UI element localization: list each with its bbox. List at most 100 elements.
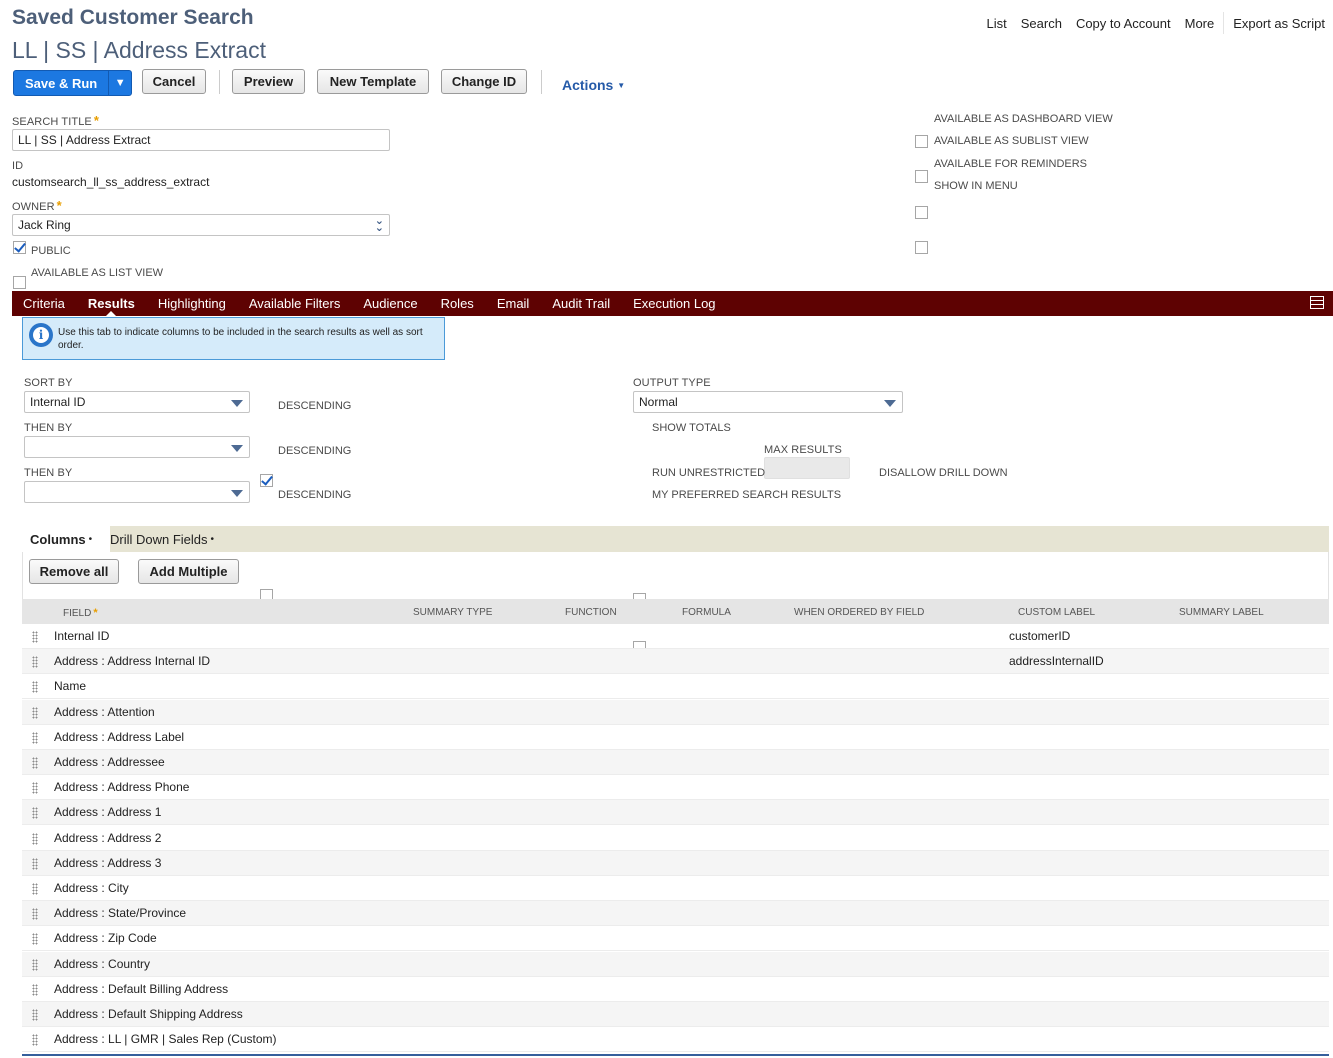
cancel-button[interactable]: Cancel	[142, 69, 206, 94]
field-cell[interactable]: Address : Address 3	[54, 856, 161, 870]
add-multiple-button[interactable]: Add Multiple	[138, 559, 239, 584]
drag-handle-icon[interactable]	[32, 908, 38, 921]
more-link[interactable]: More	[1178, 16, 1222, 31]
table-row[interactable]: Address : Country	[22, 951, 1329, 977]
remove-all-button[interactable]: Remove all	[29, 559, 119, 584]
drag-handle-icon[interactable]	[32, 983, 38, 996]
then-by-select-2[interactable]	[24, 481, 250, 503]
copy-to-account-link[interactable]: Copy to Account	[1069, 16, 1178, 31]
drag-handle-icon[interactable]	[32, 857, 38, 870]
dropdown-arrow-icon[interactable]	[231, 400, 243, 407]
public-checkbox[interactable]	[13, 241, 26, 254]
field-cell[interactable]: Name	[54, 679, 86, 693]
tab-email[interactable]: Email	[497, 296, 530, 311]
drag-handle-icon[interactable]	[32, 807, 38, 820]
drag-handle-icon[interactable]	[32, 757, 38, 769]
tab-available-filters[interactable]: Available Filters	[249, 296, 341, 311]
subtab-drill-down-fields[interactable]: Drill Down Fields •	[110, 526, 214, 552]
search-link[interactable]: Search	[1014, 16, 1069, 31]
save-run-button[interactable]: Save & Run ▼	[13, 70, 133, 96]
table-row[interactable]: Address : Default Billing Address	[22, 977, 1329, 1002]
export-as-script-link[interactable]: Export as Script	[1226, 16, 1332, 31]
dropdown-arrow-icon[interactable]	[884, 400, 896, 407]
table-row[interactable]: Address : Attention	[22, 699, 1329, 725]
sort-by-descending-checkbox[interactable]	[260, 474, 273, 487]
subtab-columns-label[interactable]: Columns	[30, 532, 86, 547]
tab-roles[interactable]: Roles	[441, 296, 474, 311]
drag-handle-icon[interactable]	[32, 656, 38, 669]
sublist-view-checkbox[interactable]	[915, 170, 928, 183]
change-id-button[interactable]: Change ID	[441, 69, 527, 94]
drag-handle-icon[interactable]	[32, 832, 38, 845]
save-run-label[interactable]: Save & Run	[14, 71, 108, 95]
table-row[interactable]: Address : Address Internal ID addressInte…	[22, 649, 1329, 675]
drag-handle-icon[interactable]	[32, 731, 38, 744]
table-row[interactable]: Address : Address Phone	[22, 775, 1329, 801]
list-view-checkbox[interactable]	[13, 276, 26, 289]
drag-handle-icon[interactable]	[32, 933, 38, 946]
save-run-dropdown-icon[interactable]: ▼	[108, 71, 131, 95]
double-chevron-down-icon[interactable]: ⌄ ⌄	[375, 216, 384, 234]
field-cell[interactable]: Address : LL | GMR | Sales Rep (Custom)	[54, 1032, 277, 1046]
table-row[interactable]: Internal ID customerID	[22, 624, 1329, 649]
drag-handle-icon[interactable]	[32, 883, 38, 895]
show-in-menu-checkbox[interactable]	[915, 241, 928, 254]
subtab-drill-down-label[interactable]: Drill Down Fields	[110, 532, 208, 547]
tab-execution-log[interactable]: Execution Log	[633, 296, 715, 311]
table-row[interactable]: Address : Addressee	[22, 750, 1329, 775]
field-cell[interactable]: Address : Address Internal ID	[54, 654, 210, 668]
field-cell[interactable]: Address : Address Label	[54, 730, 184, 744]
field-cell[interactable]: Address : Default Shipping Address	[54, 1007, 243, 1021]
drag-handle-icon[interactable]	[32, 681, 38, 694]
drag-handle-icon[interactable]	[32, 1009, 38, 1021]
actions-label[interactable]: Actions	[562, 77, 613, 93]
subtab-columns[interactable]: Columns •	[22, 526, 110, 552]
tab-highlighting[interactable]: Highlighting	[158, 296, 226, 311]
dropdown-arrow-icon[interactable]	[231, 445, 243, 452]
field-cell[interactable]: Address : Address 1	[54, 805, 161, 819]
tab-criteria[interactable]: Criteria	[23, 296, 65, 311]
list-link[interactable]: List	[980, 16, 1014, 31]
field-cell[interactable]: Internal ID	[54, 629, 109, 643]
table-row[interactable]: Address : Address 3	[22, 850, 1329, 876]
field-cell[interactable]: Address : Address 2	[54, 831, 161, 845]
table-row[interactable]: Address : Address 2	[22, 826, 1329, 851]
dashboard-view-checkbox[interactable]	[915, 135, 928, 148]
field-cell[interactable]: Address : Zip Code	[54, 931, 157, 945]
drag-handle-icon[interactable]	[32, 706, 38, 719]
owner-select[interactable]: Jack Ring ⌄ ⌄	[12, 214, 390, 236]
table-row[interactable]: Name	[22, 674, 1329, 700]
dropdown-arrow-icon[interactable]	[231, 490, 243, 497]
table-row[interactable]: Address : LL | GMR | Sales Rep (Custom)	[22, 1027, 1329, 1053]
search-title-input[interactable]: LL | SS | Address Extract	[12, 129, 390, 151]
tab-audit-trail[interactable]: Audit Trail	[552, 296, 610, 311]
field-cell[interactable]: Address : State/Province	[54, 906, 186, 920]
tab-layout-icon[interactable]	[1310, 296, 1324, 309]
output-type-select[interactable]: Normal	[633, 391, 903, 413]
table-row[interactable]: Address : Address 1	[22, 800, 1329, 826]
preview-button[interactable]: Preview	[232, 69, 305, 94]
field-cell[interactable]: Address : Address Phone	[54, 780, 189, 794]
tab-results[interactable]: Results	[88, 296, 135, 317]
field-cell[interactable]: Address : Addressee	[54, 755, 165, 769]
new-template-button[interactable]: New Template	[317, 69, 429, 94]
drag-handle-icon[interactable]	[32, 631, 38, 643]
table-row[interactable]: Address : Address Label	[22, 725, 1329, 750]
field-cell[interactable]: Address : Country	[54, 957, 150, 971]
field-cell[interactable]: Address : Default Billing Address	[54, 982, 228, 996]
max-results-input[interactable]	[764, 457, 850, 479]
actions-menu[interactable]: Actions ▼	[562, 77, 625, 93]
custom-label-cell[interactable]: addressInternalID	[1009, 654, 1104, 668]
custom-label-cell[interactable]: customerID	[1009, 629, 1070, 643]
reminders-checkbox[interactable]	[915, 206, 928, 219]
table-row[interactable]: Address : City	[22, 876, 1329, 901]
tab-audience[interactable]: Audience	[363, 296, 417, 311]
drag-handle-icon[interactable]	[32, 1034, 38, 1047]
field-cell[interactable]: Address : City	[54, 881, 129, 895]
table-row[interactable]: Address : Default Shipping Address	[22, 1002, 1329, 1027]
sort-by-select[interactable]: Internal ID	[24, 391, 250, 413]
drag-handle-icon[interactable]	[32, 958, 38, 971]
then-by-select-1[interactable]	[24, 436, 250, 458]
table-row[interactable]: Address : Zip Code	[22, 926, 1329, 952]
table-row[interactable]: Address : State/Province	[22, 901, 1329, 927]
